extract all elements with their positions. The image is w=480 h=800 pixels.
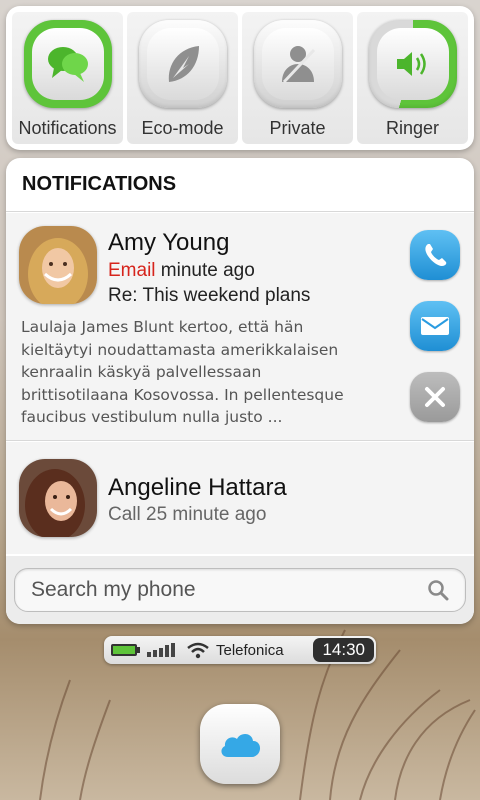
search-area: Search my phone [6,556,474,624]
cloud-app-button[interactable] [200,704,280,784]
search-icon[interactable] [427,579,449,601]
notification-meta: Email minute ago [108,260,255,282]
cloud-icon [221,733,261,757]
clock: 14:30 [313,638,374,662]
search-placeholder: Search my phone [31,578,196,601]
contact-name: Angeline Hattara [108,474,287,501]
search-input[interactable]: Search my phone [14,568,466,612]
email-preview: Laulaja James Blunt kertoo, että hän kie… [21,318,344,426]
notifications-panel: NOTIFICATIONS Amy Young Email minute ago… [6,158,474,624]
speech-bubbles-icon [47,47,88,82]
avatar [19,459,97,537]
quick-setting-private[interactable]: Private [242,12,353,144]
notification-type: Email [108,260,156,281]
private-toggle[interactable] [253,20,342,108]
avatar [19,226,97,304]
quick-setting-ringer[interactable]: Ringer [357,12,468,144]
notification-meta: Call 25 minute ago [108,504,267,525]
contact-photo-amy [19,226,97,304]
notifications-toggle[interactable] [23,20,112,108]
call-icon [425,244,447,266]
carrier-name: Telefonica [216,641,284,659]
signal-strength-icon [147,643,175,657]
quick-setting-label: Ringer [385,118,440,138]
contact-name: Amy Young [108,229,230,256]
leaf-icon [168,46,199,82]
quick-setting-label: Eco-mode [141,118,224,138]
reply-mail-button[interactable] [410,301,460,351]
dismiss-icon [425,387,445,407]
quick-setting-label: Private [269,118,326,138]
eco-mode-toggle[interactable] [138,20,227,108]
quick-setting-label: Notifications [18,118,117,138]
private-person-icon [281,46,315,84]
notification-item-email[interactable]: Amy Young Email minute ago Re: This week… [6,213,474,441]
notifications-title: NOTIFICATIONS [6,158,474,212]
status-bar[interactable]: Telefonica 14:30 [104,636,376,664]
wifi-icon [187,642,209,659]
notification-time: minute ago [160,260,255,281]
speaker-icon [396,52,426,76]
dismiss-button[interactable] [410,372,460,422]
call-button[interactable] [410,230,460,280]
ringer-volume-control[interactable] [368,20,457,108]
quick-setting-eco-mode[interactable]: Eco-mode [127,12,238,144]
mail-icon [421,317,449,335]
email-subject: Re: This weekend plans [108,285,311,306]
battery-icon [111,644,140,656]
quick-settings-panel: Notifications Eco-mode Private Ringer [6,6,474,150]
quick-setting-notifications[interactable]: Notifications [12,12,123,144]
notification-item-call[interactable]: Angeline Hattara Call 25 minute ago [6,442,474,554]
contact-photo-angeline [19,459,97,537]
